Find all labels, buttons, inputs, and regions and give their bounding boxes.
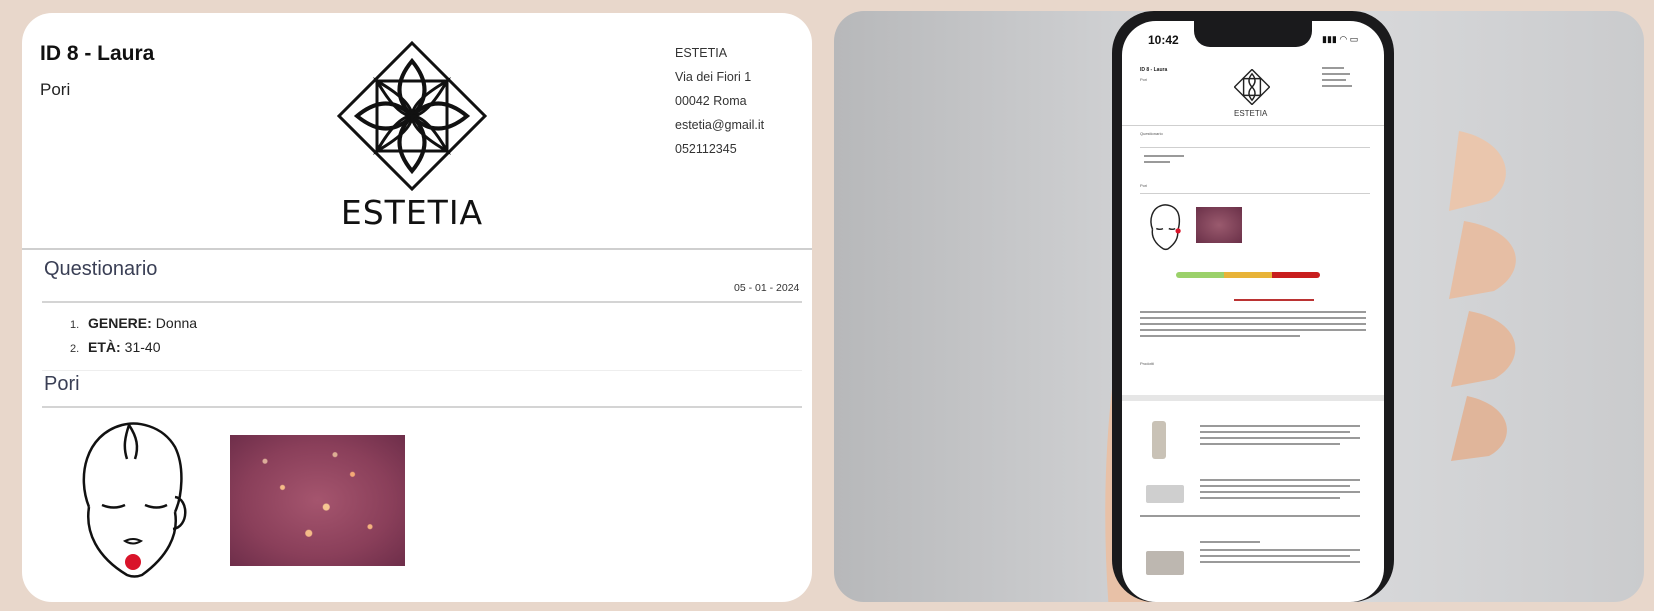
mini-company-line	[1322, 67, 1344, 69]
questionnaire-date: 05 - 01 - 2024	[734, 282, 800, 294]
mini-product-line	[1200, 479, 1360, 481]
pores-title: Pori	[44, 373, 80, 395]
face-icon	[82, 422, 187, 578]
mini-section-pores: Pori	[1140, 183, 1148, 188]
company-logo: ESTETIA	[322, 41, 502, 241]
mini-paragraph-line	[1140, 323, 1366, 325]
mini-product-line	[1200, 443, 1340, 445]
scale-red	[1272, 272, 1320, 278]
status-time: 10:42	[1148, 33, 1179, 47]
mini-link-line	[1234, 299, 1314, 301]
mini-product-line	[1200, 491, 1360, 493]
mini-product-line	[1200, 425, 1360, 427]
mini-logo-text: ESTETIA	[1234, 109, 1268, 118]
mini-product-line	[1200, 561, 1360, 563]
pores-divider	[42, 406, 802, 408]
header-divider	[22, 248, 812, 250]
mini-product-image	[1146, 485, 1184, 503]
item-question: GENERE:	[88, 315, 152, 331]
mini-company-line	[1322, 79, 1346, 81]
questionnaire-title: Questionario	[44, 258, 158, 280]
company-city: 00042 Roma	[675, 94, 747, 108]
company-name: ESTETIA	[675, 46, 728, 60]
phone-screen[interactable]: 10:42 ▮▮▮ ◠ ▭ ID 8 - Laura Pori ESTETIA …	[1122, 21, 1384, 602]
logo-wordmark: ESTETIA	[340, 193, 484, 232]
treatment-subtitle: Pori	[40, 80, 71, 99]
phone-notch	[1194, 21, 1312, 47]
phone-photo: 10:42 ▮▮▮ ◠ ▭ ID 8 - Laura Pori ESTETIA …	[834, 11, 1644, 602]
list-item: 1. GENERE: Donna	[70, 315, 197, 339]
mini-product-line	[1200, 555, 1350, 557]
item-answer: 31-40	[124, 339, 161, 355]
smartphone: 10:42 ▮▮▮ ◠ ▭ ID 8 - Laura Pori ESTETIA …	[1112, 11, 1394, 602]
mini-paragraph-line	[1140, 317, 1366, 319]
company-info: ESTETIA Via dei Fiori 1 00042 Roma estet…	[675, 41, 764, 161]
item-number: 2.	[70, 343, 80, 355]
mini-paragraph-line	[1140, 329, 1366, 331]
mini-pores-photo	[1196, 207, 1242, 243]
mini-product-image	[1146, 551, 1184, 575]
mini-doc-subtitle: Pori	[1140, 77, 1148, 82]
mini-text-line	[1144, 161, 1170, 163]
pores-photo	[230, 435, 405, 566]
mini-company-line	[1322, 73, 1350, 75]
mini-product-image	[1152, 421, 1166, 459]
mini-divider	[1140, 147, 1370, 148]
mini-divider	[1122, 125, 1384, 126]
item-answer: Donna	[155, 315, 198, 331]
scale-yellow	[1224, 272, 1272, 278]
mini-paragraph-line	[1140, 335, 1300, 337]
mini-product-line	[1200, 497, 1340, 499]
company-email[interactable]: estetia@gmail.it	[675, 113, 764, 137]
mini-logo-icon	[1234, 69, 1270, 105]
questionnaire-end-divider	[42, 370, 802, 371]
mini-divider	[1122, 395, 1384, 401]
mini-product-line	[1140, 515, 1360, 517]
mini-section-questionnaire: Questionario	[1140, 131, 1163, 136]
item-question: ETÀ:	[88, 339, 121, 355]
client-title: ID 8 - Laura	[40, 42, 155, 65]
company-address: Via dei Fiori 1	[675, 70, 752, 84]
estetia-logo-icon	[337, 41, 487, 191]
mini-company-line	[1322, 85, 1352, 87]
mini-product-line	[1200, 541, 1260, 543]
scale-green	[1176, 272, 1224, 278]
mini-severity-scale	[1176, 272, 1320, 278]
mini-text-line	[1144, 155, 1184, 157]
report-card: ID 8 - Laura Pori ESTETIA ESTETIA Via de…	[22, 13, 812, 602]
mini-product-line	[1200, 437, 1360, 439]
questionnaire-list: 1. GENERE: Donna 2. ETÀ: 31-40	[70, 315, 197, 363]
mini-section-products: Prodotti	[1140, 361, 1154, 366]
mini-product-line	[1200, 431, 1350, 433]
mini-doc-title: ID 8 - Laura	[1140, 67, 1168, 73]
list-item: 2. ETÀ: 31-40	[70, 339, 197, 363]
mini-face-icon	[1150, 204, 1181, 251]
item-number: 1.	[70, 319, 80, 331]
questionnaire-divider	[42, 301, 802, 303]
mini-paragraph-line	[1140, 311, 1366, 313]
mini-divider	[1140, 193, 1370, 194]
mini-product-line	[1200, 549, 1360, 551]
company-phone[interactable]: 052112345	[675, 137, 764, 161]
status-icons: ▮▮▮ ◠ ▭	[1322, 34, 1359, 44]
mini-product-line	[1200, 485, 1350, 487]
